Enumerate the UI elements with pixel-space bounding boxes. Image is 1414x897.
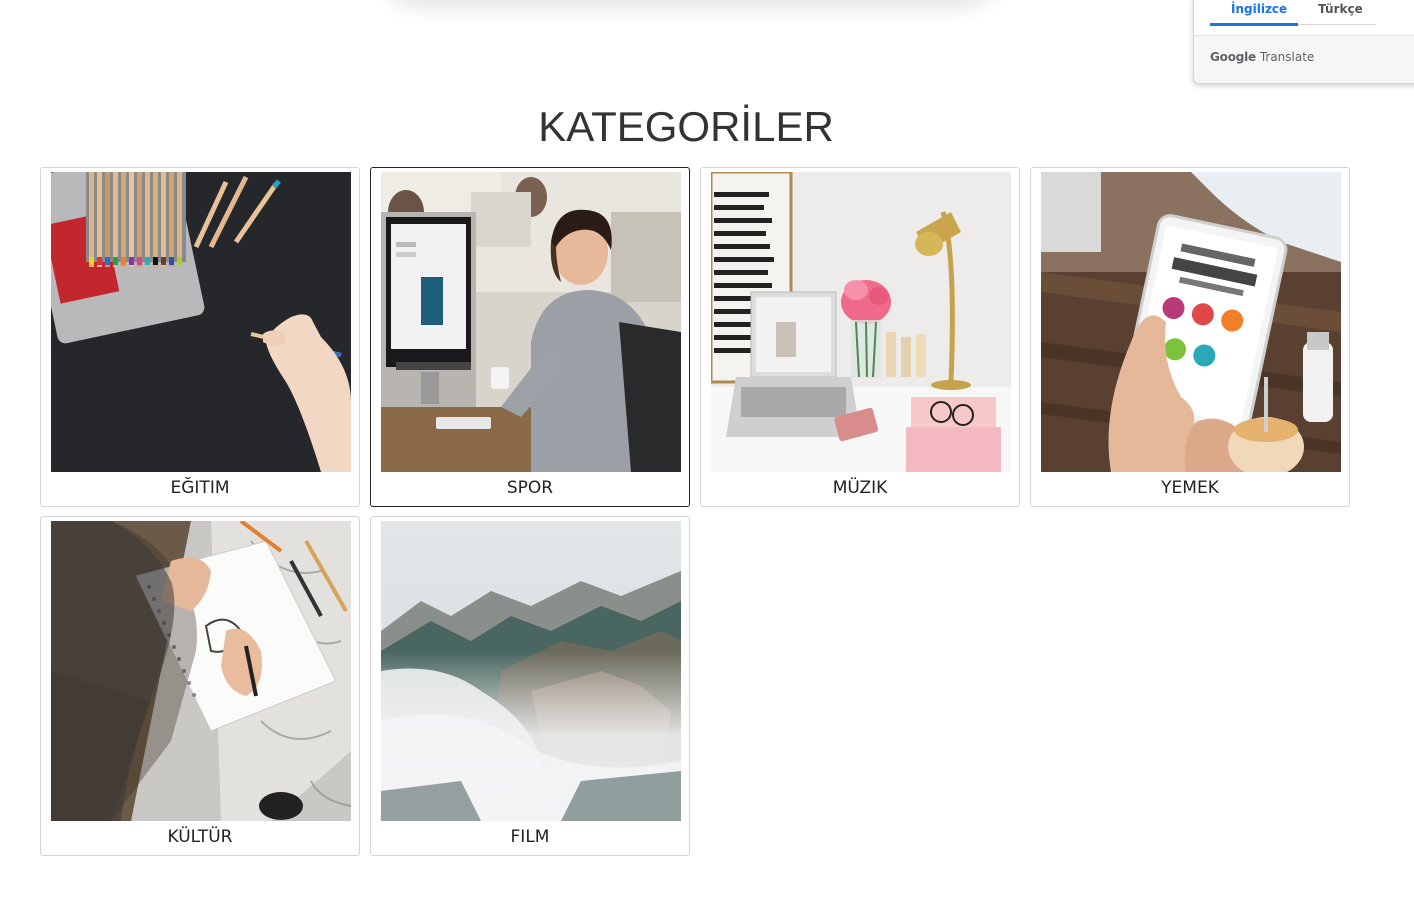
category-card-muzik[interactable]: MÜZIK [700, 167, 1020, 507]
category-image [51, 521, 351, 821]
category-label: MÜZIK [832, 478, 888, 498]
page-title: KATEGORİLER [538, 103, 834, 150]
active-tab-indicator [1210, 23, 1298, 26]
category-image [381, 521, 681, 821]
category-card-film[interactable]: FILM [370, 516, 690, 856]
category-card-spor[interactable]: SPOR [370, 167, 690, 507]
category-image [51, 172, 351, 472]
tab-english[interactable]: İngilizce [1231, 2, 1287, 16]
category-card-egitim[interactable]: EĞITIM [40, 167, 360, 507]
category-label: SPOR [506, 478, 554, 498]
category-image [1041, 172, 1341, 472]
category-label: EĞITIM [170, 478, 230, 498]
google-brand-text: Google [1210, 50, 1256, 64]
tab-divider [1298, 24, 1376, 25]
google-translate-popup: İngilizce Türkçe Google Translate [1193, 0, 1414, 84]
category-image [711, 172, 1011, 472]
category-image [381, 172, 681, 472]
category-label: YEMEK [1161, 478, 1219, 498]
translate-language-tabs: İngilizce Türkçe [1194, 0, 1414, 36]
translate-product-text: Translate [1259, 50, 1315, 64]
category-card-yemek[interactable]: YEMEK [1030, 167, 1350, 507]
category-label: KÜLTÜR [167, 827, 233, 847]
category-label: FILM [510, 827, 550, 847]
page: İngilizce Türkçe Google Translate KATEGO… [0, 0, 1414, 897]
category-card-kultur[interactable]: KÜLTÜR [40, 516, 360, 856]
google-translate-logo[interactable]: Google Translate [1210, 50, 1314, 64]
tab-turkish[interactable]: Türkçe [1318, 2, 1363, 16]
